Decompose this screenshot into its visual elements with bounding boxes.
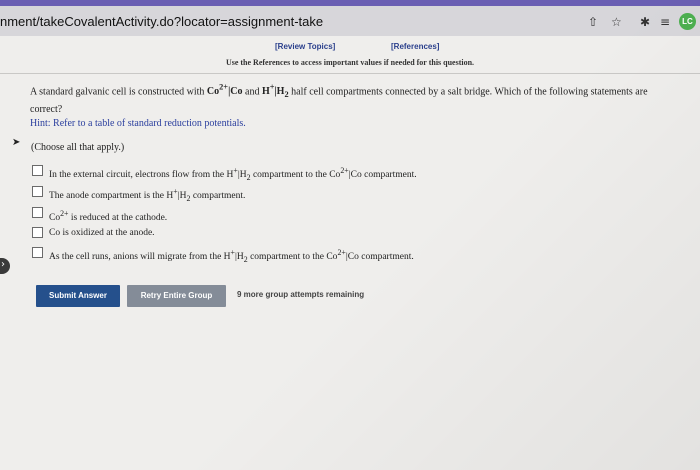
option-anion-migration[interactable]: As the cell runs, anions will migrate fr… xyxy=(32,246,414,265)
checkbox[interactable] xyxy=(32,227,43,238)
option-co-oxidized[interactable]: Co is oxidized at the anode. xyxy=(32,227,155,238)
references-note: Use the References to access important v… xyxy=(225,58,475,67)
option-label: The anode compartment is the H+|H2 compa… xyxy=(49,187,246,204)
option-label: Co2+ is reduced at the cathode. xyxy=(49,209,168,224)
profile-avatar[interactable]: LC xyxy=(679,13,696,30)
share-icon[interactable]: ⇧ xyxy=(588,15,598,29)
references-link[interactable]: [References] xyxy=(391,42,439,51)
mouse-cursor-icon: ➤ xyxy=(12,137,21,148)
divider xyxy=(0,73,700,74)
checkbox[interactable] xyxy=(32,206,43,218)
puzzle-icon[interactable]: ✱ xyxy=(640,15,650,29)
checkbox[interactable] xyxy=(32,164,43,176)
option-label: In the external circuit, electrons flow … xyxy=(49,166,417,183)
browser-address-bar[interactable]: nment/takeCovalentActivity.do?locator=as… xyxy=(0,6,700,36)
url-text[interactable]: nment/takeCovalentActivity.do?locator=as… xyxy=(0,14,323,29)
option-anode-compartment[interactable]: The anode compartment is the H+|H2 compa… xyxy=(32,185,246,204)
retry-group-button[interactable]: Retry Entire Group xyxy=(127,285,226,307)
attempts-remaining-text: 9 more group attempts remaining xyxy=(237,290,365,299)
checkbox[interactable] xyxy=(32,246,43,258)
checkbox[interactable] xyxy=(32,185,43,197)
review-topics-link[interactable]: [Review Topics] xyxy=(275,42,335,51)
list-icon[interactable]: ≡ xyxy=(660,15,670,29)
option-electron-flow[interactable]: In the external circuit, electrons flow … xyxy=(32,164,417,183)
star-icon[interactable]: ☆ xyxy=(611,15,622,29)
option-co-reduced[interactable]: Co2+ is reduced at the cathode. xyxy=(32,206,168,224)
option-label: Co is oxidized at the anode. xyxy=(49,227,155,238)
question-text: A standard galvanic cell is constructed … xyxy=(30,83,648,116)
option-label: As the cell runs, anions will migrate fr… xyxy=(49,248,414,265)
choose-all-instruction: (Choose all that apply.) xyxy=(31,142,125,153)
hint-link[interactable]: Hint: Refer to a table of standard reduc… xyxy=(30,118,246,129)
submit-answer-button[interactable]: Submit Answer xyxy=(36,285,120,307)
